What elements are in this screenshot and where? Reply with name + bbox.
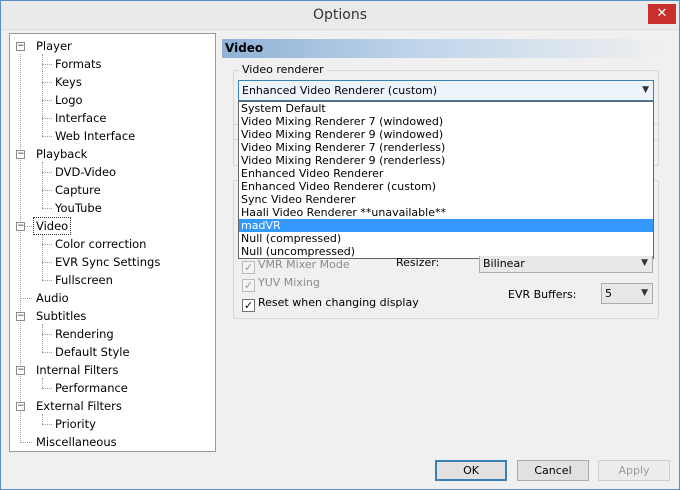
tree-line — [42, 262, 52, 263]
collapse-icon[interactable]: − — [16, 312, 25, 321]
tree-line — [42, 388, 52, 389]
tree-line — [42, 172, 52, 173]
close-button[interactable]: ✕ — [648, 4, 676, 24]
resizer-select[interactable]: Bilinear ▼ — [479, 256, 653, 273]
tree-line — [42, 378, 43, 388]
reset-display-checkbox[interactable]: ✓ Reset when changing display — [242, 295, 419, 312]
video-renderer-legend: Video renderer — [239, 63, 327, 76]
window-title: Options — [312, 7, 368, 23]
tree-line — [42, 234, 43, 280]
tree-line — [42, 100, 52, 101]
tree-line — [42, 244, 52, 245]
dropdown-option-highlighted[interactable]: madVR — [239, 219, 653, 232]
tree-item-playback[interactable]: Playback — [34, 145, 89, 163]
tree-item-player[interactable]: Player — [34, 37, 74, 55]
vmr-mixer-mode-checkbox[interactable]: ✓ VMR Mixer Mode — [242, 257, 350, 274]
tree-item-audio[interactable]: Audio — [34, 289, 71, 307]
evr-buffers-select[interactable]: 5 ▼ — [601, 283, 653, 304]
tree-item-keys[interactable]: Keys — [53, 73, 84, 91]
close-icon: ✕ — [656, 6, 668, 21]
tree-item-interface[interactable]: Interface — [53, 109, 109, 127]
vmr-mixer-mode-label: VMR Mixer Mode — [258, 258, 350, 271]
tree-item-video[interactable]: Video — [33, 217, 72, 235]
dropdown-option[interactable]: Sync Video Renderer — [239, 193, 653, 206]
dropdown-option[interactable]: Enhanced Video Renderer — [239, 167, 653, 180]
evr-buffers-label: EVR Buffers: — [508, 288, 577, 301]
tree-line — [20, 54, 21, 441]
yuv-mixing-checkbox[interactable]: ✓ YUV Mixing — [242, 275, 320, 292]
tree-item-evr-sync-settings[interactable]: EVR Sync Settings — [53, 253, 162, 271]
tree-line — [42, 414, 43, 424]
dropdown-option[interactable]: Null (compressed) — [239, 232, 653, 245]
collapse-icon[interactable]: − — [16, 42, 25, 51]
tree-item-performance[interactable]: Performance — [53, 379, 130, 397]
tree-line — [42, 324, 43, 352]
options-tree[interactable]: − − − − − − Player Formats Keys Logo Int… — [9, 33, 216, 452]
video-renderer-select[interactable]: Enhanced Video Renderer (custom) ▼ — [238, 80, 654, 101]
video-renderer-dropdown[interactable]: System Default Video Mixing Renderer 7 (… — [238, 101, 654, 259]
tree-item-color-correction[interactable]: Color correction — [53, 235, 148, 253]
chevron-down-icon: ▼ — [642, 85, 649, 95]
tree-line — [42, 162, 43, 208]
resizer-label: Resizer: — [396, 256, 440, 269]
tree-item-youtube[interactable]: YouTube — [53, 199, 104, 217]
dropdown-option[interactable]: System Default — [239, 102, 653, 115]
tree-line — [42, 64, 52, 65]
tree-line — [42, 54, 43, 136]
checkmark-icon: ✓ — [242, 299, 255, 312]
dropdown-option[interactable]: Enhanced Video Renderer (custom) — [239, 180, 653, 193]
tree-item-web-interface[interactable]: Web Interface — [53, 127, 137, 145]
tree-item-priority[interactable]: Priority — [53, 415, 98, 433]
collapse-icon[interactable]: − — [16, 402, 25, 411]
tree-line — [42, 424, 52, 425]
tree-item-default-style[interactable]: Default Style — [53, 343, 132, 361]
panel-header: Video — [222, 39, 665, 58]
tree-line — [20, 298, 32, 299]
chevron-down-icon: ▼ — [641, 258, 648, 268]
chevron-down-icon: ▼ — [641, 288, 648, 298]
tree-item-dvd-video[interactable]: DVD-Video — [53, 163, 118, 181]
video-renderer-value: Enhanced Video Renderer (custom) — [242, 84, 438, 97]
checkmark-icon: ✓ — [242, 279, 255, 292]
tree-line — [42, 352, 52, 353]
tree-line — [42, 118, 52, 119]
options-window: Options ✕ − − − − − − Player Formats Key… — [0, 0, 680, 490]
tree-line — [20, 442, 32, 443]
tree-item-rendering[interactable]: Rendering — [53, 325, 116, 343]
tree-line — [42, 136, 52, 137]
tree-item-external-filters[interactable]: External Filters — [34, 397, 124, 415]
tree-line — [42, 190, 52, 191]
apply-button[interactable]: Apply — [598, 460, 670, 481]
tree-item-miscellaneous[interactable]: Miscellaneous — [34, 433, 119, 451]
collapse-icon[interactable]: − — [16, 366, 25, 375]
tree-item-fullscreen[interactable]: Fullscreen — [53, 271, 115, 289]
evr-buffers-value: 5 — [605, 287, 612, 300]
collapse-icon[interactable]: − — [16, 150, 25, 159]
resizer-value: Bilinear — [483, 257, 525, 270]
tree-item-formats[interactable]: Formats — [53, 55, 104, 73]
yuv-mixing-label: YUV Mixing — [258, 276, 320, 289]
title-bar[interactable]: Options ✕ — [1, 1, 679, 30]
tree-line — [42, 208, 52, 209]
checkmark-icon: ✓ — [242, 261, 255, 274]
reset-display-label: Reset when changing display — [258, 296, 419, 309]
tree-item-subtitles[interactable]: Subtitles — [34, 307, 88, 325]
tree-item-capture[interactable]: Capture — [53, 181, 103, 199]
tree-line — [42, 82, 52, 83]
dropdown-option[interactable]: Video Mixing Renderer 7 (renderless) — [239, 141, 653, 154]
tree-line — [42, 280, 52, 281]
cancel-button[interactable]: Cancel — [517, 460, 589, 481]
dropdown-option[interactable]: Video Mixing Renderer 9 (renderless) — [239, 154, 653, 167]
dropdown-option[interactable]: Haali Video Renderer **unavailable** — [239, 206, 653, 219]
dropdown-option[interactable]: Video Mixing Renderer 9 (windowed) — [239, 128, 653, 141]
tree-item-logo[interactable]: Logo — [53, 91, 85, 109]
collapse-icon[interactable]: − — [16, 222, 25, 231]
tree-line — [42, 334, 52, 335]
tree-item-internal-filters[interactable]: Internal Filters — [34, 361, 120, 379]
ok-button[interactable]: OK — [435, 460, 507, 481]
dropdown-option[interactable]: Video Mixing Renderer 7 (windowed) — [239, 115, 653, 128]
